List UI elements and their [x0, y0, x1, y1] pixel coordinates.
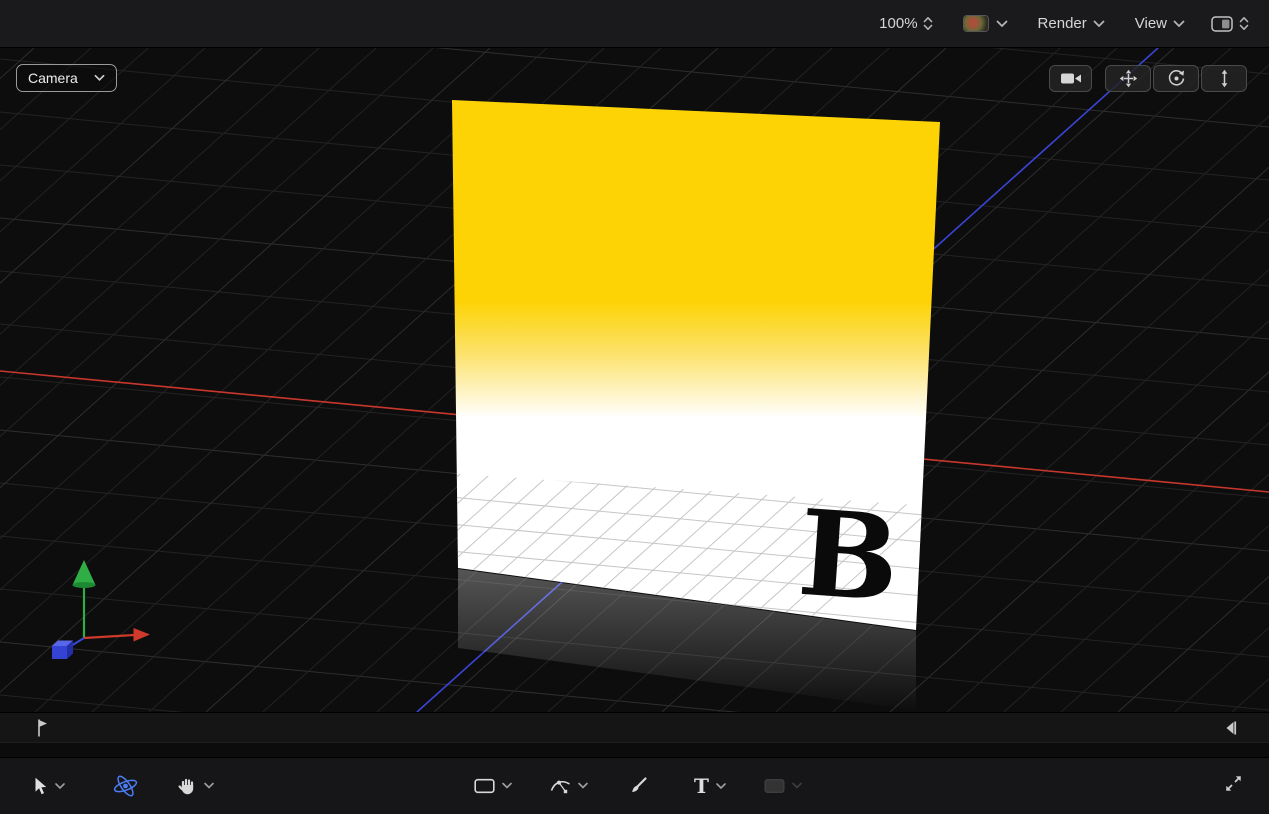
chevron-down-icon: [1093, 20, 1105, 28]
color-well-swatch[interactable]: [963, 15, 989, 32]
chevron-down-icon[interactable]: [502, 783, 512, 790]
chevron-down-icon[interactable]: [204, 783, 214, 790]
canvas-viewport[interactable]: B: [0, 48, 1269, 712]
pan-view-button[interactable]: [1105, 65, 1151, 92]
chevron-down-icon: [94, 74, 105, 82]
pan-view-icon: [1119, 69, 1138, 88]
display-option-control[interactable]: [1211, 16, 1249, 32]
hand-icon: [178, 777, 197, 796]
view-menu[interactable]: View: [1135, 15, 1185, 32]
camera-view-menu-label: Camera: [28, 70, 78, 86]
transform-3d-icon: [112, 775, 139, 797]
display-window-icon: [1211, 16, 1233, 32]
play-range-end-icon: [1224, 720, 1237, 736]
rectangle-tool-icon: [474, 778, 495, 795]
chevron-down-icon[interactable]: [716, 783, 726, 790]
transform-3d-tool[interactable]: [112, 775, 139, 797]
render-menu-label: Render: [1038, 15, 1087, 32]
expand-canvas-icon: [1224, 774, 1243, 793]
paint-stroke-icon: [628, 776, 648, 796]
bottom-toolbar: T: [0, 757, 1269, 814]
zoom-stepper-icon[interactable]: [923, 16, 933, 31]
dolly-view-button[interactable]: [1201, 65, 1247, 92]
bezier-tool-icon: [550, 777, 571, 796]
rectangle-tool[interactable]: [474, 778, 512, 795]
camera-move-controls: [1105, 65, 1247, 92]
play-range-start-marker[interactable]: [36, 718, 49, 743]
text-tool-icon: T: [694, 776, 709, 796]
text-tool[interactable]: T: [694, 776, 726, 796]
mask-tool-icon: [764, 778, 785, 795]
zoom-value: 100%: [879, 15, 917, 32]
view-controls: [1049, 65, 1247, 92]
chevron-down-icon: [1173, 20, 1185, 28]
orbit-view-button[interactable]: [1153, 65, 1199, 92]
camera-view-menu[interactable]: Camera: [16, 64, 117, 92]
motion-canvas-window: 100% Render View: [0, 0, 1269, 814]
chevron-down-icon[interactable]: [578, 783, 588, 790]
view-menu-label: View: [1135, 15, 1167, 32]
mask-tool: [764, 778, 802, 795]
play-range-end-marker[interactable]: [1224, 720, 1237, 741]
chevron-down-icon: [792, 783, 802, 790]
color-well-control[interactable]: [963, 15, 1008, 32]
dolly-view-icon: [1217, 69, 1232, 88]
chevron-down-icon: [996, 20, 1008, 28]
zoom-stepper-icon[interactable]: [1239, 16, 1249, 31]
orbit-view-icon: [1167, 69, 1186, 88]
timeline-scrollbar[interactable]: [0, 742, 1269, 757]
play-range-start-icon: [36, 718, 49, 738]
expand-canvas-button[interactable]: [1224, 774, 1243, 798]
video-camera-icon: [1060, 71, 1082, 86]
chevron-down-icon[interactable]: [55, 783, 65, 790]
canvas-area[interactable]: B Camera: [0, 48, 1269, 712]
bezier-tool[interactable]: [550, 777, 588, 796]
zoom-control[interactable]: 100%: [879, 15, 932, 32]
select-tool[interactable]: [34, 777, 65, 795]
paint-stroke-tool[interactable]: [628, 776, 648, 796]
top-toolbar: 100% Render View: [0, 0, 1269, 48]
pan-hand-tool[interactable]: [178, 777, 214, 796]
plane-letter: B: [794, 483, 903, 629]
render-menu[interactable]: Render: [1038, 15, 1105, 32]
camera-overlay-button[interactable]: [1049, 65, 1092, 92]
select-arrow-icon: [34, 777, 48, 795]
timeline-strip[interactable]: [0, 712, 1269, 742]
